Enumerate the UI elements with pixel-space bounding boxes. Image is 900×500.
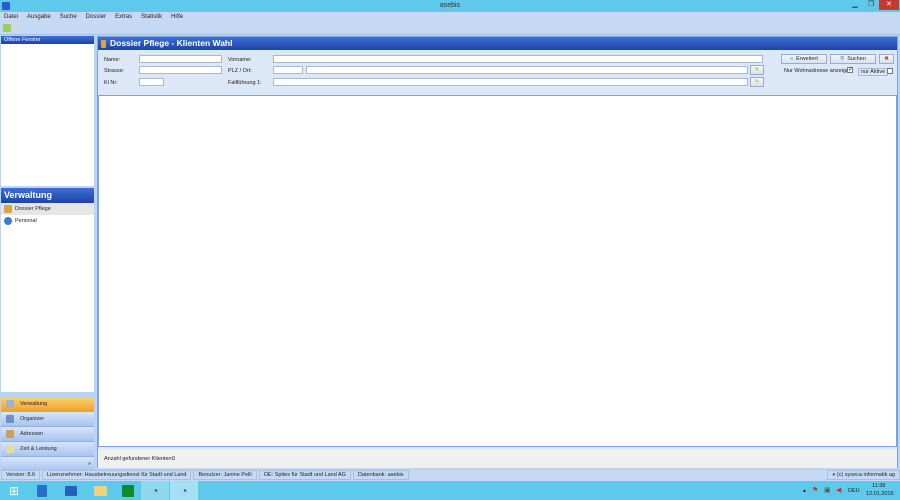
clear-button[interactable]: ✖ bbox=[879, 54, 894, 64]
expand-icon: « bbox=[790, 56, 794, 62]
toolbar bbox=[0, 22, 900, 35]
page-title: Dossier Pflege - Klienten Wahl bbox=[98, 37, 897, 50]
close-button[interactable]: ✕ bbox=[879, 0, 899, 10]
folder-icon bbox=[93, 485, 107, 496]
pencil-icon: ✎ bbox=[754, 79, 760, 85]
list-item-dossier-pflege[interactable]: Dossier Pflege bbox=[1, 203, 94, 215]
flag-icon[interactable]: ⚑ bbox=[812, 486, 818, 494]
nav-buttons: Verwaltung Organizer Adressen Zeit & Lei… bbox=[1, 397, 94, 472]
status-bar: Version: 8.6 Lizenznehmer: Hausbetreuung… bbox=[0, 470, 900, 481]
plz-lookup-button[interactable]: ✎ bbox=[750, 65, 764, 75]
time-icon bbox=[6, 445, 14, 453]
status-version: Version: 8.6 bbox=[1, 470, 41, 480]
left-panel: Offene Fenster Verwaltung Dossier Pflege… bbox=[0, 36, 95, 472]
plz-label: PLZ / Ort: bbox=[228, 68, 252, 74]
fallfuehrung-label: Fallführung 1: bbox=[228, 80, 262, 86]
menu-ausgabe[interactable]: Ausgabe bbox=[27, 14, 51, 20]
speaker-icon[interactable]: ◀ bbox=[836, 486, 841, 494]
taskbar-app-1[interactable]: ◔ bbox=[141, 481, 169, 500]
menu-bar: Datei Ausgabe Suche Dossier Extras Stati… bbox=[0, 12, 900, 22]
menu-hilfe[interactable]: Hilfe bbox=[171, 14, 183, 20]
vorname-label: Vorname: bbox=[228, 57, 252, 63]
section-list: Dossier Pflege Personal bbox=[1, 203, 94, 392]
powershell-icon bbox=[65, 485, 77, 496]
status-licensee: Lizenznehmer: Hausbetreuungsdienst für S… bbox=[42, 470, 192, 480]
menu-datei[interactable]: Datei bbox=[4, 14, 18, 20]
network-icon[interactable]: ▣ bbox=[824, 486, 831, 494]
klnr-label: Kl Nr: bbox=[104, 80, 118, 86]
clock-time[interactable]: 11:38 bbox=[872, 483, 885, 489]
folder-icon bbox=[101, 40, 106, 48]
person-icon bbox=[4, 217, 12, 225]
title-bar: asebis ▁ ❐ ✕ bbox=[0, 0, 900, 12]
ort-input[interactable] bbox=[306, 66, 748, 74]
start-button[interactable]: ⊞ bbox=[0, 481, 28, 500]
open-windows-header: Offene Fenster bbox=[1, 36, 94, 44]
results-list[interactable] bbox=[98, 95, 897, 447]
organizer-icon bbox=[6, 415, 14, 423]
menu-statistik[interactable]: Statistik bbox=[141, 14, 162, 20]
minimize-button[interactable]: ▁ bbox=[848, 0, 862, 10]
folder-icon bbox=[4, 205, 12, 213]
asebis-icon: ◔ bbox=[180, 483, 188, 498]
server-icon bbox=[37, 484, 47, 497]
nav-organizer[interactable]: Organizer bbox=[1, 412, 94, 427]
menu-extras[interactable]: Extras bbox=[115, 14, 132, 20]
wohnadresse-label: Nur Wohnadresse anzeigen bbox=[784, 68, 853, 74]
fallfuehrung-input[interactable] bbox=[273, 78, 748, 86]
menu-suche[interactable]: Suche bbox=[60, 14, 77, 20]
taskbar-powershell[interactable] bbox=[57, 481, 85, 500]
status-user: Benutzer: Janine Pelli bbox=[193, 470, 257, 480]
suchen-button[interactable]: ⚲ Suchen bbox=[830, 54, 876, 64]
aktive-checkbox[interactable] bbox=[887, 68, 893, 74]
lookup-icon: ✎ bbox=[754, 67, 760, 73]
results-footer: Anzahl gefundener Klienten: 0 bbox=[98, 449, 897, 468]
taskbar-app-2[interactable]: ◔ bbox=[170, 481, 198, 500]
window-title: asebis bbox=[439, 2, 461, 9]
main-panel: Dossier Pflege - Klienten Wahl Name: Str… bbox=[97, 36, 898, 468]
nav-verwaltung[interactable]: Verwaltung bbox=[1, 397, 94, 412]
status-oe: OE: Spitex für Stadt und Land AG bbox=[258, 470, 351, 480]
globe-icon: ● bbox=[832, 472, 836, 478]
taskbar-server-manager[interactable] bbox=[28, 481, 56, 500]
maximize-button[interactable]: ❐ bbox=[864, 0, 878, 10]
strasse-input[interactable] bbox=[139, 66, 222, 74]
section-title: Verwaltung bbox=[1, 188, 94, 203]
windows-icon: ⊞ bbox=[8, 483, 20, 498]
status-database: Datenbank: asebis bbox=[352, 470, 409, 480]
erweitert-button[interactable]: «Erweitert bbox=[781, 54, 827, 64]
klnr-input[interactable] bbox=[139, 78, 164, 86]
store-icon bbox=[122, 484, 134, 497]
wohnadresse-checkbox[interactable]: ✓ bbox=[847, 67, 853, 73]
open-windows-list bbox=[1, 44, 94, 186]
tray-expand-icon[interactable]: ▲ bbox=[802, 488, 807, 494]
list-item-personal[interactable]: Personal bbox=[1, 215, 94, 227]
name-input[interactable] bbox=[139, 55, 222, 63]
new-icon[interactable] bbox=[3, 24, 11, 32]
taskbar: ⊞ ◔ ◔ ▲ ⚑ ▣ ◀ DEU 11:38 12.01.2016 bbox=[0, 481, 900, 500]
asebis-icon: ◔ bbox=[151, 483, 159, 498]
search-icon: ⚲ bbox=[840, 56, 845, 62]
copyright: ● (c) syseca informatik ag bbox=[827, 470, 900, 480]
result-count: 0 bbox=[172, 456, 176, 462]
eraser-icon: ✖ bbox=[884, 56, 889, 62]
verwaltung-icon bbox=[6, 400, 14, 408]
result-count-label: Anzahl gefundener Klienten: bbox=[104, 456, 174, 462]
menu-dossier[interactable]: Dossier bbox=[86, 14, 106, 20]
plz-input[interactable] bbox=[273, 66, 303, 74]
address-book-icon bbox=[6, 430, 14, 438]
aktive-label: nur Aktive bbox=[858, 68, 889, 76]
taskbar-store[interactable] bbox=[114, 481, 142, 500]
nav-zeit-leistung[interactable]: Zeit & Leistung bbox=[1, 442, 94, 457]
language-indicator[interactable]: DEU bbox=[848, 488, 860, 494]
name-label: Name: bbox=[104, 57, 121, 63]
clock-date[interactable]: 12.01.2016 bbox=[866, 491, 894, 497]
save-icon[interactable] bbox=[13, 24, 21, 32]
nav-adressen[interactable]: Adressen bbox=[1, 427, 94, 442]
vorname-input[interactable] bbox=[273, 55, 763, 63]
strasse-label: Strasse: bbox=[104, 68, 125, 74]
fallfuehrung-lookup-button[interactable]: ✎ bbox=[750, 77, 764, 87]
taskbar-explorer[interactable] bbox=[86, 481, 114, 500]
